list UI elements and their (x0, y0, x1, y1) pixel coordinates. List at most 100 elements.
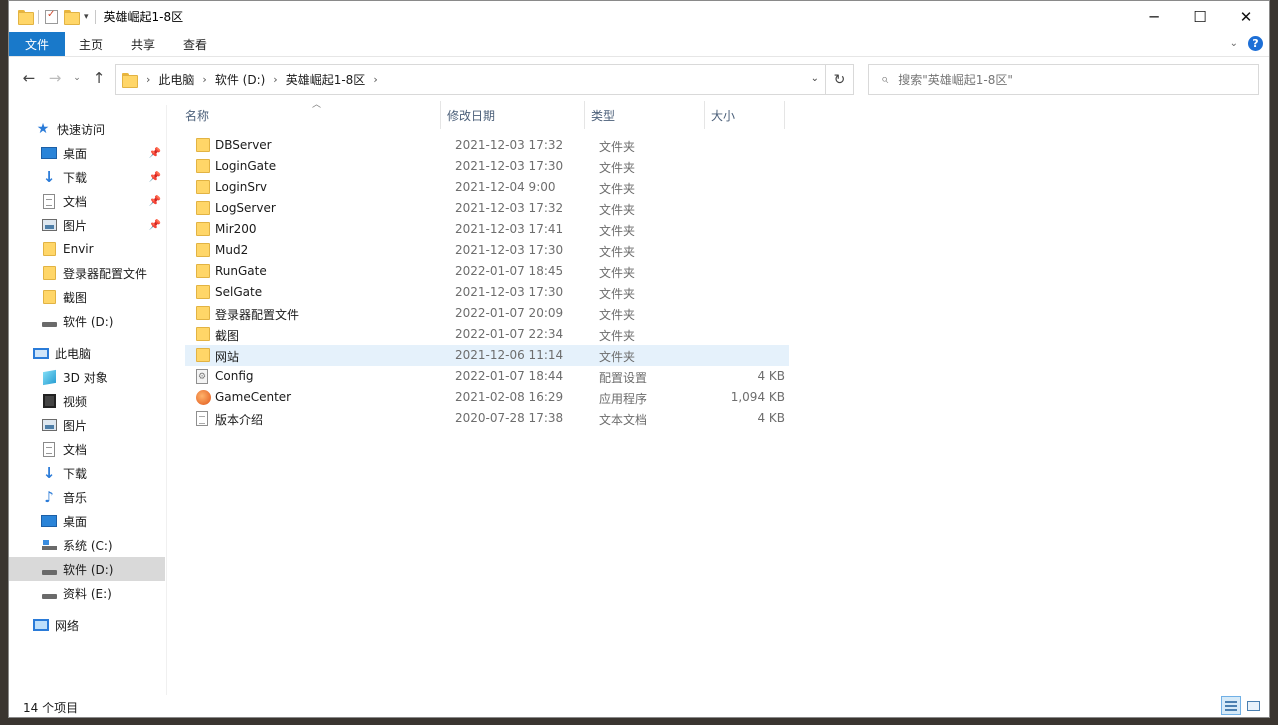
file-date: 2021-12-03 17:30 (455, 285, 564, 299)
pin-icon[interactable]: 📌 (149, 148, 161, 159)
table-row[interactable]: 网站 2021-12-06 11:14 文件夹 (185, 345, 789, 366)
large-icons-view-button[interactable] (1243, 696, 1263, 715)
new-folder-icon[interactable] (64, 10, 80, 25)
pin-icon[interactable]: 📌 (149, 196, 161, 207)
sidebar-item-this-pc[interactable]: 此电脑 (9, 341, 165, 365)
table-row[interactable]: Config 2022-01-07 18:44 配置设置 4 KB (185, 366, 789, 387)
sidebar-item-quick-access[interactable]: ★ 快速访问 (9, 117, 165, 141)
table-row[interactable]: Mir200 2021-12-03 17:41 文件夹 (185, 219, 789, 240)
column-type[interactable]: 类型 (585, 101, 705, 129)
column-size[interactable]: 大小 (705, 101, 785, 129)
sidebar-item-label: 3D 对象 (63, 370, 108, 385)
file-date: 2021-12-03 17:32 (455, 138, 564, 152)
sidebar-item-launcher-config[interactable]: 登录器配置文件 (9, 261, 165, 285)
help-icon[interactable]: ? (1248, 36, 1263, 51)
window-title: 英雄崛起1-8区 (103, 10, 184, 24)
sidebar-item-desktop-pc[interactable]: 桌面 (9, 509, 165, 533)
recent-locations-icon[interactable]: ⌄ (71, 73, 83, 83)
sidebar-item-drive-c[interactable]: 系统 (C:) (9, 533, 165, 557)
file-date: 2020-07-28 17:38 (455, 411, 564, 425)
file-type: 文件夹 (599, 245, 636, 259)
breadcrumb-drive-d[interactable]: 软件 (D:) (209, 71, 271, 88)
search-icon: ⌕ (881, 72, 889, 87)
sidebar-item-downloads[interactable]: ↓ 下载 📌 (9, 165, 165, 189)
pin-icon[interactable]: 📌 (149, 220, 161, 231)
table-row[interactable]: LogServer 2021-12-03 17:32 文件夹 (185, 198, 789, 219)
table-row[interactable]: Mud2 2021-12-03 17:30 文件夹 (185, 240, 789, 261)
tab-view[interactable]: 查看 (169, 32, 221, 56)
sidebar-item-desktop[interactable]: 桌面 📌 (9, 141, 165, 165)
file-date: 2021-12-04 9:00 (455, 180, 556, 194)
sidebar-item-label: 下载 (63, 170, 88, 185)
tab-home[interactable]: 主页 (65, 32, 117, 56)
address-bar[interactable]: › 此电脑 › 软件 (D:) › 英雄崛起1-8区 › ⌄ (115, 64, 826, 95)
system-drive-icon (41, 540, 57, 550)
table-row[interactable]: DBServer 2021-12-03 17:32 文件夹 (185, 135, 789, 156)
column-name[interactable]: 名称 (179, 101, 441, 129)
navigation-buttons: ← → ⌄ ↑ (19, 69, 109, 87)
file-type: 文件夹 (599, 350, 636, 364)
minimize-button[interactable]: ─ (1131, 1, 1177, 32)
breadcrumb-separator-icon[interactable]: › (200, 73, 208, 86)
forward-arrow-icon[interactable]: → (45, 69, 65, 87)
table-row[interactable]: 截图 2022-01-07 22:34 文件夹 (185, 324, 789, 345)
folder-icon (196, 180, 210, 194)
up-arrow-icon[interactable]: ↑ (89, 69, 109, 87)
folder-icon (42, 290, 56, 304)
customize-toolbar-dropdown-icon[interactable]: ▾ (84, 12, 89, 22)
file-date: 2022-01-07 22:34 (455, 327, 564, 341)
maximize-button[interactable]: ☐ (1177, 1, 1223, 32)
sidebar-item-documents-pc[interactable]: 文档 (9, 437, 165, 461)
sidebar-item-documents[interactable]: 文档 📌 (9, 189, 165, 213)
sidebar-item-screenshots[interactable]: 截图 (9, 285, 165, 309)
tab-file[interactable]: 文件 (9, 32, 66, 56)
search-input[interactable] (898, 72, 1219, 87)
file-date: 2021-12-03 17:32 (455, 201, 564, 215)
details-view-button[interactable] (1221, 696, 1241, 715)
window-controls: ─ ☐ ✕ (1131, 1, 1269, 32)
drive-icon (41, 569, 57, 575)
folder-icon (196, 138, 210, 152)
back-arrow-icon[interactable]: ← (19, 69, 39, 87)
file-name: GameCenter (215, 390, 292, 404)
table-row[interactable]: 登录器配置文件 2022-01-07 20:09 文件夹 (185, 303, 789, 324)
table-row[interactable]: GameCenter 2021-02-08 16:29 应用程序 1,094 K… (185, 387, 789, 408)
breadcrumb-current-folder[interactable]: 英雄崛起1-8区 (280, 71, 372, 88)
table-row[interactable]: 版本介绍 2020-07-28 17:38 文本文档 4 KB (185, 408, 789, 429)
breadcrumb-separator-icon[interactable]: › (371, 73, 379, 86)
breadcrumb-separator-icon[interactable]: › (144, 73, 152, 86)
sidebar-item-label: 登录器配置文件 (63, 266, 148, 281)
sidebar-item-music[interactable]: ♪ 音乐 (9, 485, 165, 509)
refresh-button[interactable]: ↻ (826, 64, 854, 95)
sidebar-item-pictures-pc[interactable]: 图片 (9, 413, 165, 437)
sidebar-item-3d-objects[interactable]: 3D 对象 (9, 365, 165, 389)
search-box[interactable]: ⌕ (868, 64, 1259, 95)
expand-ribbon-icon[interactable]: ⌄ (1230, 38, 1238, 49)
sidebar-item-envir[interactable]: Envir (9, 237, 165, 261)
folder-icon (196, 222, 210, 236)
text-file-icon (196, 411, 208, 426)
pin-icon[interactable]: 📌 (149, 172, 161, 183)
application-icon (196, 390, 211, 405)
address-dropdown-icon[interactable]: ⌄ (811, 73, 819, 84)
file-date: 2021-02-08 16:29 (455, 390, 564, 404)
sidebar-item-drive-d-quick[interactable]: 软件 (D:) (9, 309, 165, 333)
file-type: 文件夹 (599, 224, 636, 238)
table-row[interactable]: LoginGate 2021-12-03 17:30 文件夹 (185, 156, 789, 177)
tab-share[interactable]: 共享 (117, 32, 169, 56)
sidebar-item-drive-d[interactable]: 软件 (D:) (9, 557, 165, 581)
table-row[interactable]: LoginSrv 2021-12-04 9:00 文件夹 (185, 177, 789, 198)
table-row[interactable]: SelGate 2021-12-03 17:30 文件夹 (185, 282, 789, 303)
file-name: RunGate (215, 264, 267, 278)
sidebar-item-pictures[interactable]: 图片 📌 (9, 213, 165, 237)
sidebar-item-downloads-pc[interactable]: ↓ 下载 (9, 461, 165, 485)
breadcrumb-separator-icon[interactable]: › (271, 73, 279, 86)
sidebar-item-drive-e[interactable]: 资料 (E:) (9, 581, 165, 605)
sidebar-item-videos[interactable]: 视频 (9, 389, 165, 413)
breadcrumb-this-pc[interactable]: 此电脑 (152, 71, 200, 88)
properties-icon[interactable] (45, 9, 58, 24)
close-button[interactable]: ✕ (1223, 1, 1269, 32)
column-date-modified[interactable]: 修改日期 (441, 101, 585, 129)
table-row[interactable]: RunGate 2022-01-07 18:45 文件夹 (185, 261, 789, 282)
sidebar-item-network[interactable]: 网络 (9, 613, 165, 637)
